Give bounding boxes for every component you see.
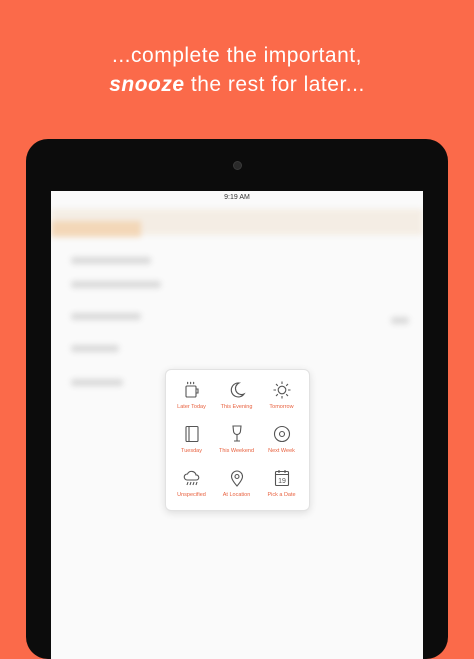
snooze-option-label: This Weekend [218,448,255,454]
headline-line-2: snooze the rest for later... [0,73,474,97]
snooze-option-label: At Location [222,492,251,498]
rain-cloud-icon [183,470,199,486]
blurred-list-item [71,281,161,288]
headline-line-1: ...complete the important, [112,44,362,67]
blurred-list-item [71,257,151,264]
tablet-device: 9:19 AM Later Today This Evening Tomorro… [26,139,448,659]
camera-icon [233,161,242,170]
headline-emphasis: snooze [109,73,185,96]
snooze-pick-a-date-button[interactable]: 19 Pick a Date [259,462,304,506]
calendar-icon: 19 [274,470,289,487]
snooze-tomorrow-button[interactable]: Tomorrow [259,374,304,418]
snooze-option-label: This Evening [220,404,253,410]
snooze-option-label: Pick a Date [267,492,296,498]
snooze-popover: Later Today This Evening Tomorrow Tuesda… [165,369,310,511]
snooze-tuesday-button[interactable]: Tuesday [169,418,214,462]
snooze-unspecified-button[interactable]: Unspecified [169,462,214,506]
tablet-screen: 9:19 AM Later Today This Evening Tomorro… [51,191,423,659]
location-pin-icon [230,470,243,487]
snooze-at-location-button[interactable]: At Location [214,462,259,506]
notebook-icon [184,425,199,443]
snooze-option-label: Tomorrow [269,404,294,410]
snooze-option-label: Next Week [268,448,295,454]
blurred-list-item [71,379,123,386]
wine-glass-icon [231,425,242,442]
blurred-list-item [71,345,119,352]
snooze-option-label: Later Today [177,404,206,410]
moon-icon [230,382,246,398]
coffee-cup-icon [184,381,199,398]
blurred-accent [51,221,141,237]
record-icon [273,425,290,443]
snooze-next-week-button[interactable]: Next Week [259,418,304,462]
snooze-this-weekend-button[interactable]: This Weekend [214,418,259,462]
snooze-later-today-button[interactable]: Later Today [169,374,214,418]
headline-rest: the rest for later... [184,73,365,96]
blurred-list-item [391,317,409,324]
snooze-option-label: Tuesday [181,448,202,454]
blurred-list-item [71,313,141,320]
snooze-this-evening-button[interactable]: This Evening [214,374,259,418]
sun-icon [273,381,290,399]
snooze-options-grid: Later Today This Evening Tomorrow Tuesda… [169,374,306,506]
snooze-option-label: Unspecified [177,492,206,498]
calendar-day-number: 19 [278,478,286,485]
